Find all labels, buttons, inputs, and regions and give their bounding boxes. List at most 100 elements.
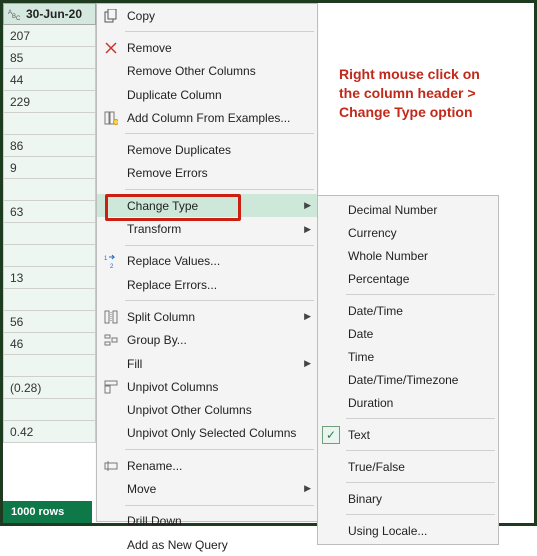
data-type-icon: ABC xyxy=(8,7,22,21)
data-cell[interactable]: 56 xyxy=(3,311,96,333)
menu-change-type[interactable]: Change Type ▶ xyxy=(97,194,317,217)
type-date-time-timezone[interactable]: Date/Time/Timezone xyxy=(318,368,498,391)
data-cell[interactable]: 86 xyxy=(3,135,96,157)
menu-drill-down[interactable]: Drill Down xyxy=(97,510,317,533)
menu-separator xyxy=(125,133,314,134)
menu-separator xyxy=(125,189,314,190)
menu-unpivot-other[interactable]: Unpivot Other Columns xyxy=(97,398,317,421)
data-cell[interactable]: 9 xyxy=(3,157,96,179)
data-cell[interactable] xyxy=(3,179,96,201)
menu-copy[interactable]: Copy xyxy=(97,4,317,27)
menu-remove[interactable]: Remove xyxy=(97,36,317,59)
menu-unpivot-columns[interactable]: Unpivot Columns xyxy=(97,375,317,398)
type-using-locale[interactable]: Using Locale... xyxy=(318,519,498,542)
menu-label: Decimal Number xyxy=(348,203,437,217)
menu-label: Add Column From Examples... xyxy=(127,111,290,125)
menu-label: Duration xyxy=(348,396,393,410)
menu-replace-errors[interactable]: Replace Errors... xyxy=(97,273,317,296)
menu-label: Drill Down xyxy=(127,514,182,528)
menu-separator xyxy=(346,418,495,419)
menu-remove-duplicates[interactable]: Remove Duplicates xyxy=(97,138,317,161)
menu-label: Change Type xyxy=(127,199,198,213)
menu-duplicate-column[interactable]: Duplicate Column xyxy=(97,83,317,106)
menu-separator xyxy=(346,514,495,515)
type-whole-number[interactable]: Whole Number xyxy=(318,244,498,267)
menu-label: Date xyxy=(348,327,373,341)
chevron-right-icon: ▶ xyxy=(304,224,311,235)
data-cell[interactable]: 44 xyxy=(3,69,96,91)
menu-label: Unpivot Only Selected Columns xyxy=(127,426,296,440)
menu-separator xyxy=(125,300,314,301)
menu-separator xyxy=(346,482,495,483)
menu-move[interactable]: Move ▶ xyxy=(97,477,317,500)
menu-label: Copy xyxy=(127,9,155,23)
data-cell[interactable]: 46 xyxy=(3,333,96,355)
data-cell[interactable]: 0.42 xyxy=(3,421,96,443)
menu-unpivot-selected[interactable]: Unpivot Only Selected Columns xyxy=(97,422,317,445)
menu-label: Transform xyxy=(127,222,181,236)
svg-text:1: 1 xyxy=(104,256,108,262)
menu-label: Text xyxy=(348,428,370,442)
svg-text:2: 2 xyxy=(110,264,114,268)
type-currency[interactable]: Currency xyxy=(318,221,498,244)
menu-add-as-new-query[interactable]: Add as New Query xyxy=(97,533,317,556)
menu-label: Replace Values... xyxy=(127,254,220,268)
menu-remove-errors[interactable]: Remove Errors xyxy=(97,162,317,185)
chevron-right-icon: ▶ xyxy=(304,311,311,322)
data-cell[interactable] xyxy=(3,399,96,421)
menu-fill[interactable]: Fill ▶ xyxy=(97,352,317,375)
type-date-time[interactable]: Date/Time xyxy=(318,299,498,322)
data-cell[interactable] xyxy=(3,289,96,311)
copy-icon xyxy=(102,7,120,25)
data-cell[interactable]: 13 xyxy=(3,267,96,289)
menu-label: Replace Errors... xyxy=(127,278,217,292)
menu-label: Rename... xyxy=(127,459,182,473)
type-true-false[interactable]: True/False xyxy=(318,455,498,478)
menu-label: Currency xyxy=(348,226,397,240)
unpivot-icon xyxy=(102,378,120,396)
menu-rename[interactable]: Rename... xyxy=(97,454,317,477)
menu-split-column[interactable]: Split Column ▶ xyxy=(97,305,317,328)
menu-separator xyxy=(125,245,314,246)
data-cell[interactable] xyxy=(3,245,96,267)
menu-group-by[interactable]: Group By... xyxy=(97,329,317,352)
menu-label: Percentage xyxy=(348,272,409,286)
menu-label: Group By... xyxy=(127,333,187,347)
chevron-right-icon: ▶ xyxy=(304,483,311,494)
type-percentage[interactable]: Percentage xyxy=(318,267,498,290)
menu-transform[interactable]: Transform ▶ xyxy=(97,217,317,240)
menu-separator xyxy=(346,294,495,295)
data-cell[interactable]: 63 xyxy=(3,201,96,223)
data-cell[interactable] xyxy=(3,113,96,135)
type-text[interactable]: ✓ Text xyxy=(318,423,498,446)
data-cell[interactable] xyxy=(3,355,96,377)
type-duration[interactable]: Duration xyxy=(318,391,498,414)
type-binary[interactable]: Binary xyxy=(318,487,498,510)
data-cell[interactable] xyxy=(3,223,96,245)
menu-label: Fill xyxy=(127,357,142,371)
split-icon xyxy=(102,308,120,326)
chevron-right-icon: ▶ xyxy=(304,358,311,369)
type-time[interactable]: Time xyxy=(318,345,498,368)
menu-label: Remove Other Columns xyxy=(127,64,256,78)
data-cell[interactable]: 229 xyxy=(3,91,96,113)
context-menu: Copy Remove Remove Other Columns Duplica… xyxy=(96,3,318,522)
menu-add-column-from-examples[interactable]: Add Column From Examples... xyxy=(97,106,317,129)
menu-separator xyxy=(125,31,314,32)
data-cell[interactable]: 85 xyxy=(3,47,96,69)
menu-label: Binary xyxy=(348,492,382,506)
type-decimal[interactable]: Decimal Number xyxy=(318,198,498,221)
column-header[interactable]: ABC 30-Jun-20 xyxy=(3,3,96,25)
menu-label: Remove xyxy=(127,41,172,55)
menu-label: Time xyxy=(348,350,374,364)
menu-label: Unpivot Columns xyxy=(127,380,218,394)
replace-icon: 12 xyxy=(102,252,120,270)
menu-remove-other-columns[interactable]: Remove Other Columns xyxy=(97,60,317,83)
data-cell[interactable]: 207 xyxy=(3,25,96,47)
type-date[interactable]: Date xyxy=(318,322,498,345)
menu-label: Remove Errors xyxy=(127,166,208,180)
data-cell[interactable]: (0.28) xyxy=(3,377,96,399)
menu-replace-values[interactable]: 12 Replace Values... xyxy=(97,250,317,273)
menu-separator xyxy=(125,505,314,506)
menu-label: Whole Number xyxy=(348,249,428,263)
